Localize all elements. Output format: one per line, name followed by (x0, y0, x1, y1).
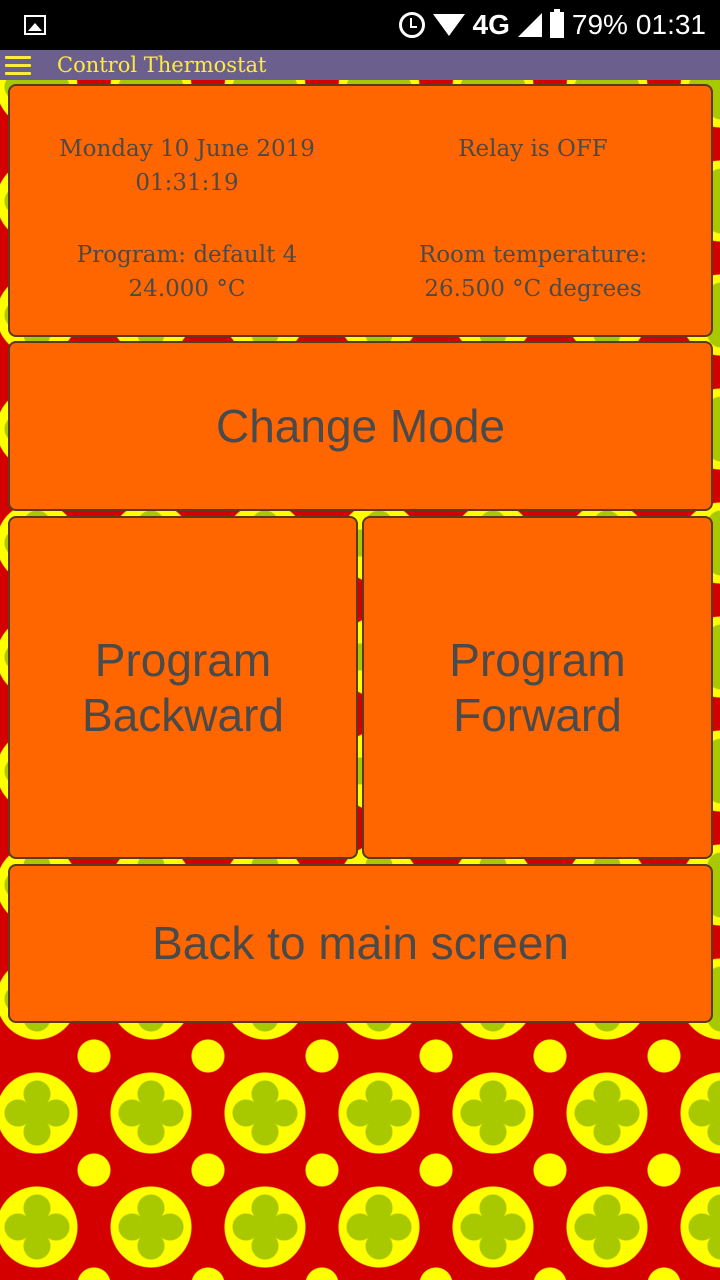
status-right: 4G 79% 01:31 (398, 9, 706, 41)
program-forward-button[interactable]: Program Forward (362, 516, 713, 859)
program-forward-label: Program Forward (449, 633, 626, 741)
status-left (24, 15, 399, 35)
clock: 01:31 (635, 9, 706, 40)
back-to-main-button[interactable]: Back to main screen (8, 864, 713, 1023)
room-temperature-label: Room temperature: 26.500 °C degrees (418, 242, 648, 302)
status-bar: 4G 79% 01:31 (0, 0, 720, 50)
change-mode-button[interactable]: Change Mode (8, 341, 713, 511)
program-backward-button[interactable]: Program Backward (8, 516, 358, 859)
alarm-icon (398, 12, 425, 38)
app-title: Control Thermostat (57, 53, 267, 77)
battery-icon (549, 9, 564, 38)
back-to-main-label: Back to main screen (152, 917, 569, 969)
program-backward-label: Program Backward (82, 633, 284, 741)
thermostat-info-panel: Monday 10 June 2019 01:31:19 Relay is OF… (8, 84, 713, 337)
image-icon (24, 15, 46, 35)
hamburger-menu-icon[interactable] (5, 55, 31, 75)
app-bar: Control Thermostat (0, 50, 720, 80)
battery-percent: 79% (571, 9, 628, 40)
network-type: 4G (472, 9, 510, 40)
relay-status-label: Relay is OFF (458, 136, 608, 162)
program-label: Program: default 4 24.000 °C (76, 242, 298, 302)
signal-icon (517, 13, 542, 37)
wifi-icon (432, 14, 465, 36)
datetime-label: Monday 10 June 2019 01:31:19 (59, 136, 315, 196)
change-mode-label: Change Mode (216, 399, 505, 452)
